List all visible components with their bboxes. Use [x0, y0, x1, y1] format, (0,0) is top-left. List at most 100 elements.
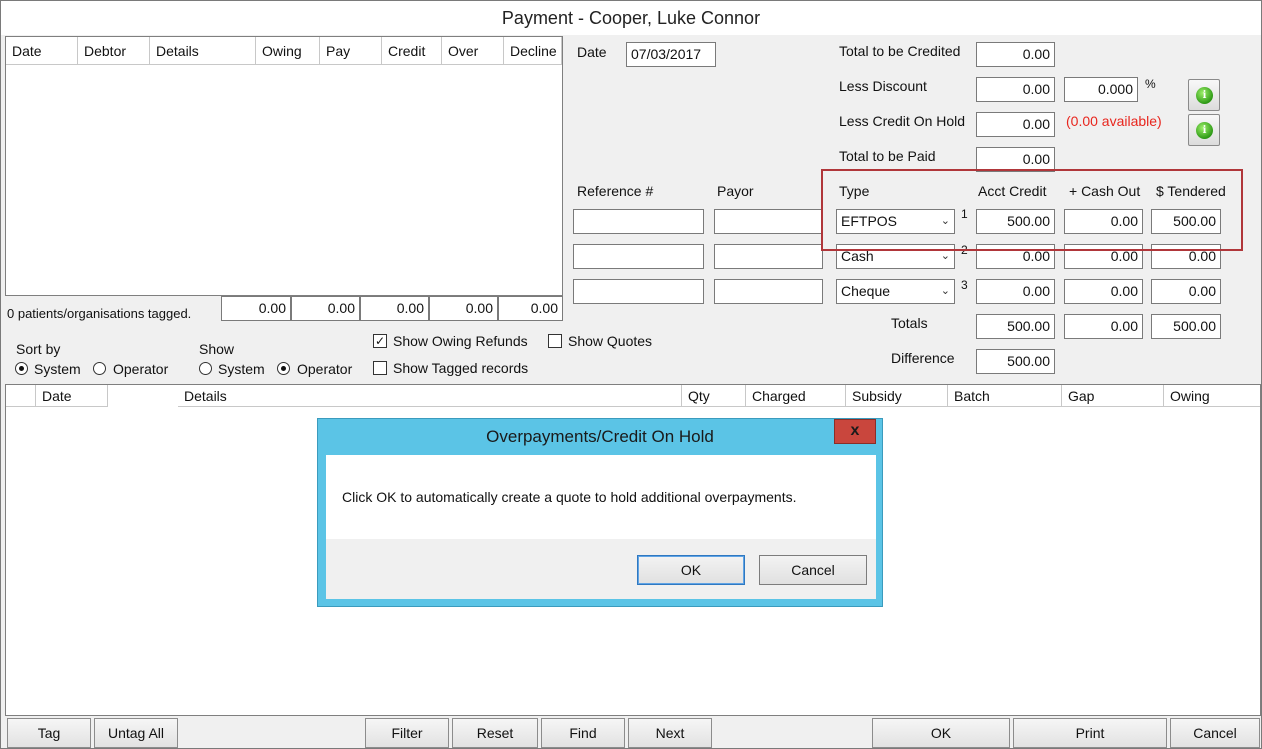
date-input[interactable]: 07/03/2017 [626, 42, 716, 67]
highlight-frame [821, 169, 1243, 251]
dialog-cancel-button[interactable]: Cancel [759, 555, 867, 585]
tagged-status: 0 patients/organisations tagged. [7, 306, 192, 321]
less-credit-label: Less Credit On Hold [839, 113, 966, 129]
less-credit-field[interactable]: 0.00 [976, 112, 1055, 137]
reference-input-3[interactable] [573, 279, 704, 304]
chevron-down-icon: ⌄ [940, 285, 950, 297]
total-over: 0.00 [429, 296, 498, 321]
totals-acct-credit: 500.00 [976, 314, 1055, 339]
items-table-header: Date Details Qty Charged Subsidy Batch G… [6, 385, 1260, 407]
items-col-date[interactable]: Date [36, 385, 108, 407]
show-quotes-checkbox[interactable] [548, 334, 562, 348]
col-date[interactable]: Date [6, 37, 78, 65]
items-col-owing[interactable]: Owing [1164, 385, 1260, 407]
debtor-table[interactable]: Date Debtor Details Owing Pay Credit Ove… [5, 36, 563, 296]
info-icon: i [1196, 87, 1213, 104]
discount-percent-field[interactable]: 0.000 [1064, 77, 1138, 102]
cash-out-input-3[interactable]: 0.00 [1064, 279, 1143, 304]
total-decline: 0.00 [498, 296, 563, 321]
show-system-label[interactable]: System [218, 361, 265, 377]
show-owing-refunds-checkbox[interactable]: ✓ [373, 334, 387, 348]
difference-field: 500.00 [976, 349, 1055, 374]
acct-credit-input-3[interactable]: 0.00 [976, 279, 1055, 304]
dialog-body: Click OK to automatically create a quote… [326, 455, 876, 599]
sort-operator-radio[interactable] [93, 362, 106, 375]
total-credited-label: Total to be Credited [839, 43, 961, 59]
items-col-batch[interactable]: Batch [948, 385, 1062, 407]
show-operator-radio[interactable] [277, 362, 290, 375]
items-col-qty[interactable]: Qty [682, 385, 746, 407]
items-col-charged[interactable]: Charged [746, 385, 846, 407]
dialog-footer: OK Cancel [326, 539, 876, 599]
payment-type-select-3[interactable]: Cheque ⌄ [836, 279, 955, 304]
close-icon: x [850, 422, 860, 439]
show-system-radio[interactable] [199, 362, 212, 375]
payor-input-1[interactable] [714, 209, 823, 234]
reset-button[interactable]: Reset [452, 718, 538, 748]
payor-input-3[interactable] [714, 279, 823, 304]
payment-type-value: Cheque [841, 283, 891, 299]
items-col-gap[interactable]: Gap [1062, 385, 1164, 407]
untag-all-button[interactable]: Untag All [94, 718, 178, 748]
credit-info-button[interactable]: i [1188, 114, 1220, 146]
reference-header: Reference # [577, 183, 654, 199]
items-col-select[interactable] [6, 385, 36, 407]
totals-tendered: 500.00 [1151, 314, 1221, 339]
difference-label: Difference [891, 350, 955, 366]
credit-available: (0.00 available) [1066, 113, 1162, 129]
sort-operator-label[interactable]: Operator [113, 361, 168, 377]
debtor-table-header: Date Debtor Details Owing Pay Credit Ove… [6, 37, 562, 65]
show-operator-label[interactable]: Operator [297, 361, 352, 377]
total-credited-field: 0.00 [976, 42, 1055, 67]
show-quotes-label[interactable]: Show Quotes [568, 333, 652, 349]
dialog-ok-button[interactable]: OK [637, 555, 745, 585]
date-label: Date [577, 44, 607, 60]
find-button[interactable]: Find [541, 718, 625, 748]
dialog-message: Click OK to automatically create a quote… [342, 489, 797, 505]
reference-input-1[interactable] [573, 209, 704, 234]
totals-cash-out: 0.00 [1064, 314, 1143, 339]
show-tagged-checkbox[interactable] [373, 361, 387, 375]
show-tagged-label[interactable]: Show Tagged records [393, 360, 528, 376]
show-label: Show [199, 341, 235, 357]
info-icon: i [1196, 122, 1213, 139]
col-details[interactable]: Details [150, 37, 256, 65]
total-paid-label: Total to be Paid [839, 148, 936, 164]
row-number: 3 [961, 278, 968, 292]
window-title: Payment - Cooper, Luke Connor [1, 1, 1261, 35]
items-col-details[interactable]: Details [178, 385, 682, 407]
discount-info-button[interactable]: i [1188, 79, 1220, 111]
show-owing-refunds-label[interactable]: Show Owing Refunds [393, 333, 528, 349]
ok-button[interactable]: OK [872, 718, 1010, 748]
tag-button[interactable]: Tag [7, 718, 91, 748]
payor-header: Payor [717, 183, 754, 199]
col-over[interactable]: Over [442, 37, 504, 65]
payor-input-2[interactable] [714, 244, 823, 269]
less-discount-label: Less Discount [839, 78, 927, 94]
dialog-title: Overpayments/Credit On Hold [486, 427, 714, 446]
sort-system-label[interactable]: System [34, 361, 81, 377]
col-credit[interactable]: Credit [382, 37, 442, 65]
sort-system-radio[interactable] [15, 362, 28, 375]
cancel-button[interactable]: Cancel [1170, 718, 1260, 748]
total-credit: 0.00 [360, 296, 429, 321]
totals-label: Totals [891, 315, 928, 331]
next-button[interactable]: Next [628, 718, 712, 748]
col-debtor[interactable]: Debtor [78, 37, 150, 65]
percent-sign: % [1145, 77, 1156, 91]
reference-input-2[interactable] [573, 244, 704, 269]
col-pay[interactable]: Pay [320, 37, 382, 65]
dialog-close-button[interactable]: x [834, 419, 876, 444]
items-col-subsidy[interactable]: Subsidy [846, 385, 948, 407]
sort-by-label: Sort by [16, 341, 61, 357]
total-owing: 0.00 [221, 296, 291, 321]
col-owing[interactable]: Owing [256, 37, 320, 65]
print-button[interactable]: Print [1013, 718, 1167, 748]
tendered-input-3[interactable]: 0.00 [1151, 279, 1221, 304]
overpayments-dialog: Overpayments/Credit On Hold x Click OK t… [317, 418, 883, 607]
col-decline[interactable]: Decline [504, 37, 562, 65]
payment-window: Payment - Cooper, Luke Connor Date Debto… [0, 0, 1262, 749]
total-pay: 0.00 [291, 296, 360, 321]
less-discount-field[interactable]: 0.00 [976, 77, 1055, 102]
filter-button[interactable]: Filter [365, 718, 449, 748]
